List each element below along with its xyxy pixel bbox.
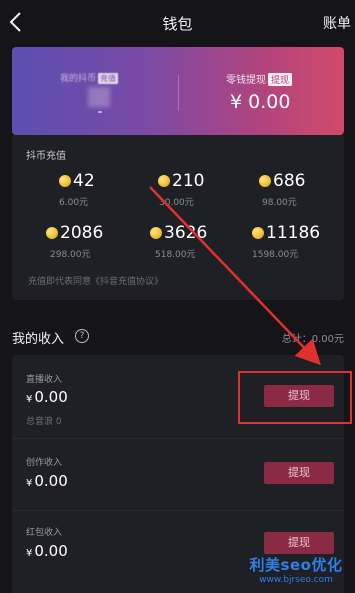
coin-balance-text: 我的抖币 xyxy=(60,74,97,84)
income-amount: ¥0.00 xyxy=(26,542,68,560)
coin-amount-2086[interactable]: 2086 xyxy=(60,223,103,243)
watermark-main: 利美seo优化 xyxy=(249,556,343,574)
recharge-panel: 抖币充值 42 6.00元 210 30.00元 686 98.00元 2086… xyxy=(12,135,344,300)
blurred-dot xyxy=(98,111,102,113)
income-label: 创作收入 xyxy=(26,458,63,468)
change-balance: ¥ 0.00 xyxy=(230,91,291,113)
coin-icon xyxy=(150,227,162,239)
coin-price: 1598.00元 xyxy=(252,250,299,260)
coin-icon xyxy=(252,227,264,239)
withdraw-button[interactable]: 提现 xyxy=(264,462,334,484)
coin-amount-42[interactable]: 42 xyxy=(73,171,95,191)
annotation-highlight-box xyxy=(238,371,352,424)
recharge-title: 抖币充值 xyxy=(26,151,66,162)
coin-amount-686[interactable]: 686 xyxy=(273,171,305,191)
income-amount: ¥0.00 xyxy=(26,388,68,406)
coin-icon xyxy=(46,227,58,239)
currency-symbol: ¥ xyxy=(26,394,33,405)
watermark-sub: www.bjrseo.com xyxy=(259,575,333,585)
coin-amount-210[interactable]: 210 xyxy=(172,171,204,191)
coin-icon xyxy=(259,175,271,187)
coin-icon xyxy=(59,175,71,187)
currency-symbol: ¥ xyxy=(26,548,33,559)
coin-amount-3626[interactable]: 3626 xyxy=(164,223,207,243)
total-yinlang: 总音浪 0 xyxy=(26,417,62,427)
wallet-card: 我的抖币 充值 零钱提现 提现 ¥ 0.00 xyxy=(12,47,344,135)
card-divider xyxy=(178,75,179,111)
coin-amount-11186[interactable]: 11186 xyxy=(266,223,320,243)
income-row-creation: 创作收入 ¥0.00 提现 xyxy=(12,439,344,509)
coin-price: 98.00元 xyxy=(262,198,297,208)
withdraw-button[interactable]: 提现 xyxy=(264,532,334,554)
page-title: 钱包 xyxy=(162,15,193,33)
change-withdraw-button[interactable]: 提现 xyxy=(268,73,293,86)
change-withdraw-text: 零钱提现 xyxy=(226,75,266,86)
recharge-agreement[interactable]: 充值即代表同意《抖音充值协议》 xyxy=(28,274,163,287)
watermark: 利美seo优化 www.bjrseo.com xyxy=(240,554,352,585)
nav-bar: 钱包 账单 xyxy=(0,0,355,44)
income-label: 红包收入 xyxy=(26,528,63,538)
bill-link[interactable]: 账单 xyxy=(323,13,351,33)
coin-price: 298.00元 xyxy=(50,250,91,260)
income-amount: ¥0.00 xyxy=(26,472,68,490)
income-title: 我的收入 xyxy=(12,332,65,347)
question-circle-icon[interactable]: ? xyxy=(75,329,89,343)
coin-price: 518.00元 xyxy=(155,250,196,260)
income-value: 0.00 xyxy=(34,388,68,406)
coin-icon xyxy=(158,175,170,187)
recharge-tag[interactable]: 充值 xyxy=(98,73,119,84)
income-value: 0.00 xyxy=(34,542,68,560)
coin-balance-label: 我的抖币 充值 xyxy=(60,71,119,84)
income-header: 我的收入 ? 总计：0.00元 xyxy=(12,328,344,348)
income-value: 0.00 xyxy=(34,472,68,490)
income-label: 直播收入 xyxy=(26,375,63,385)
blurred-balance xyxy=(88,87,110,107)
change-withdraw-label: 零钱提现 提现 xyxy=(226,71,293,86)
coin-price: 6.00元 xyxy=(59,198,89,208)
currency-symbol: ¥ xyxy=(26,478,33,489)
income-total: 总计：0.00元 xyxy=(281,334,344,345)
coin-price: 30.00元 xyxy=(159,198,194,208)
